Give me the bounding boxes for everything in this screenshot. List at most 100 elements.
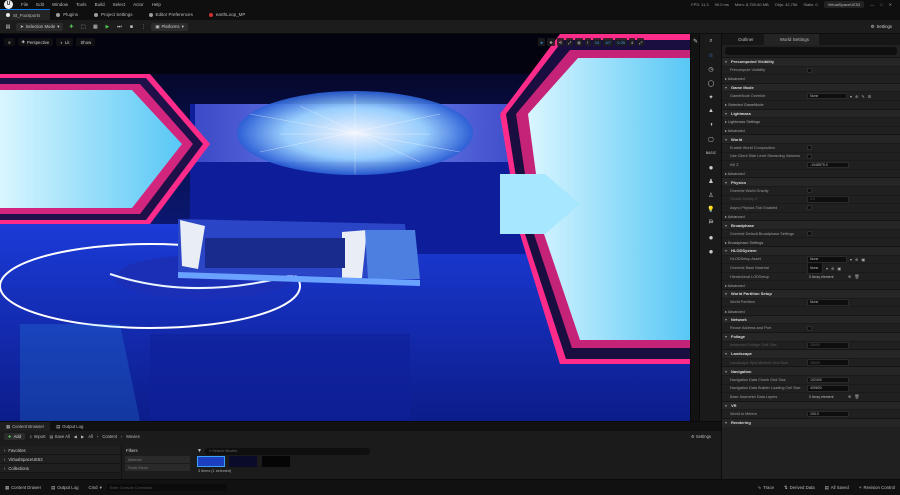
property-row-selected-gamemode[interactable]: ▸ Selected GameMode — [722, 99, 900, 109]
tab-project-settings[interactable]: Project Settings — [88, 9, 143, 20]
tab-plugins[interactable]: Plugins — [50, 9, 88, 20]
property-row-advanced[interactable]: ▸ Advanced — [722, 168, 900, 178]
rotation-snap-value[interactable]: 10° — [603, 38, 614, 46]
menu-file[interactable]: File — [21, 2, 28, 7]
blueprint-icon[interactable]: ⬚ — [79, 23, 87, 31]
details-search-input[interactable] — [725, 47, 897, 55]
place-recent-icon[interactable]: ◷ — [700, 62, 722, 76]
all-saved-button[interactable]: ▤ All Saved — [820, 485, 854, 491]
menu-help[interactable]: Help — [152, 2, 161, 7]
content-drawer-button[interactable]: ▦ Content Drawer — [0, 485, 46, 491]
place-volumes-icon[interactable]: ▢ — [700, 132, 722, 146]
content-settings-button[interactable]: ⚙ Settings — [691, 434, 711, 439]
tab-content-browser[interactable]: ▦ Content Browser — [0, 422, 51, 431]
cube-icon[interactable]: ● — [700, 160, 722, 174]
place-visual-icon[interactable]: ◑ — [700, 118, 722, 132]
play-icon[interactable]: ▶ — [103, 23, 111, 31]
section-header-broadphase[interactable]: ▾ Broadphase — [722, 220, 900, 229]
grid-snap-value[interactable]: 10 — [592, 38, 602, 46]
value-field[interactable]: -1048575.0 — [807, 161, 849, 169]
value-field[interactable]: None — [807, 262, 823, 275]
history-back-icon[interactable]: ◀ — [74, 434, 77, 439]
browse-icon[interactable]: ⊕ — [831, 266, 834, 271]
add-actor-icon[interactable]: ✚ — [67, 23, 75, 31]
settings-button[interactable]: ⚙ Settings — [867, 23, 896, 31]
delete-icon[interactable]: 🗑 — [854, 274, 859, 279]
import-button[interactable]: ⇩ Import — [29, 434, 46, 439]
select-mode-icon[interactable]: ➤ — [538, 38, 546, 46]
section-header-navigation[interactable]: ▾ Navigation — [722, 366, 900, 375]
asset-thumb-2[interactable] — [229, 456, 258, 467]
player-start-icon[interactable]: ⛿ — [700, 216, 722, 230]
menu-window[interactable]: Window — [52, 2, 68, 7]
place-lights-icon[interactable]: ✦ — [700, 90, 722, 104]
place-shapes-icon[interactable]: ▲ — [700, 104, 722, 118]
perspective-button[interactable]: ◈ Perspective — [17, 38, 54, 46]
property-row-advanced[interactable]: ▸ Advanced — [722, 306, 900, 315]
pawn-icon[interactable]: ♙ — [700, 188, 722, 202]
asset-thumb-media[interactable] — [197, 456, 225, 467]
platforms-button[interactable]: ▣ Platforms ▾ — [151, 22, 188, 31]
checkbox[interactable] — [807, 325, 812, 331]
breadcrumb-content[interactable]: Content — [102, 434, 117, 439]
output-log-button[interactable]: ▤ Output Log — [46, 485, 83, 491]
tab-level[interactable]: St_FoxSports — [0, 9, 51, 20]
tab-output-log[interactable]: ▤ Output Log — [50, 422, 89, 431]
scale-icon[interactable]: ⤢ — [566, 38, 574, 46]
filter-icon[interactable]: ▼ — [197, 448, 202, 454]
menu-tools[interactable]: Tools — [76, 2, 87, 7]
project-row[interactable]: › VirtualSpaceUE53 — [0, 455, 120, 464]
menu-actor[interactable]: Actor — [133, 2, 144, 7]
section-header-landscape[interactable]: ▾ Landscape — [722, 349, 900, 358]
property-row-lightmass-settings[interactable]: ▸ Lightmass Settings — [722, 117, 900, 126]
place-basic-icon[interactable]: ◯ — [700, 76, 722, 90]
menu-select[interactable]: Select — [113, 2, 126, 7]
property-row-advanced[interactable]: ▸ Advanced — [722, 74, 900, 83]
section-header-vr[interactable]: ▾ VR — [722, 400, 900, 410]
tab-media-player[interactable]: earthLoop_MP — [203, 9, 256, 20]
trace-button[interactable]: ∿ Trace — [753, 485, 779, 491]
point-light-icon[interactable]: 💡 — [700, 202, 722, 216]
add-element-icon[interactable]: ⊕ — [848, 274, 851, 279]
folder-icon[interactable]: ▣ — [837, 266, 841, 271]
filter-material[interactable]: Material — [125, 456, 190, 463]
maximize-icon[interactable]: □ — [880, 2, 882, 7]
history-forward-icon[interactable]: ▶ — [81, 434, 84, 439]
unreal-logo-icon[interactable]: U — [4, 0, 13, 9]
checkbox[interactable] — [807, 153, 812, 159]
console-command-input[interactable]: Enter Console Command — [106, 484, 227, 491]
tab-outliner[interactable]: Outliner — [722, 34, 764, 45]
selection-mode-button[interactable]: ➤ Selection Mode ▾ — [16, 22, 64, 31]
collections-row[interactable]: › Collections — [0, 464, 120, 473]
place-category-basic[interactable]: BASIC — [700, 146, 722, 160]
character-icon[interactable]: ♟ — [700, 174, 722, 188]
world-space-icon[interactable]: ◍ — [575, 38, 583, 46]
breadcrumb-all[interactable]: All — [88, 434, 93, 439]
property-row-advanced[interactable]: ▸ Advanced — [722, 211, 900, 221]
checkbox[interactable] — [807, 145, 812, 151]
minimize-icon[interactable]: — — [870, 2, 874, 7]
value-field[interactable]: 25600 — [807, 359, 849, 366]
menu-build[interactable]: Build — [95, 2, 105, 7]
section-header-network[interactable]: ▾ Network — [722, 314, 900, 324]
section-header-game-mode[interactable]: ▾ Game Mode — [722, 82, 900, 92]
section-header-precomputed-visibility[interactable]: ▾ Precomputed Visibility — [722, 57, 900, 66]
add-icon[interactable]: ⊞ — [868, 94, 871, 99]
value-field[interactable]: 25600 — [807, 342, 849, 349]
tab-world-settings[interactable]: World Settings — [763, 34, 819, 45]
section-header-physics[interactable]: ▾ Physics — [722, 177, 900, 186]
translate-icon[interactable]: ✥ — [547, 38, 555, 46]
value-dropdown[interactable]: None — [807, 92, 847, 100]
play-options-icon[interactable]: ⋮ — [139, 23, 147, 31]
show-button[interactable]: Show — [76, 38, 96, 46]
sphere-icon[interactable]: ● — [700, 230, 722, 244]
surface-snap-icon[interactable]: ⌇ — [584, 38, 591, 46]
section-header-rendering[interactable]: ▾ Rendering — [722, 417, 900, 427]
value-field[interactable]: None — [807, 299, 849, 306]
step-icon[interactable]: ⏭ — [115, 23, 123, 31]
save-all-button[interactable]: ▤ Save All — [50, 434, 70, 439]
tab-editor-preferences[interactable]: Editor Preferences — [143, 9, 203, 20]
edit-icon[interactable]: ✎ — [861, 94, 864, 99]
add-button[interactable]: ✚ Add — [4, 433, 25, 440]
value-field[interactable]: 100.0 — [807, 410, 849, 418]
